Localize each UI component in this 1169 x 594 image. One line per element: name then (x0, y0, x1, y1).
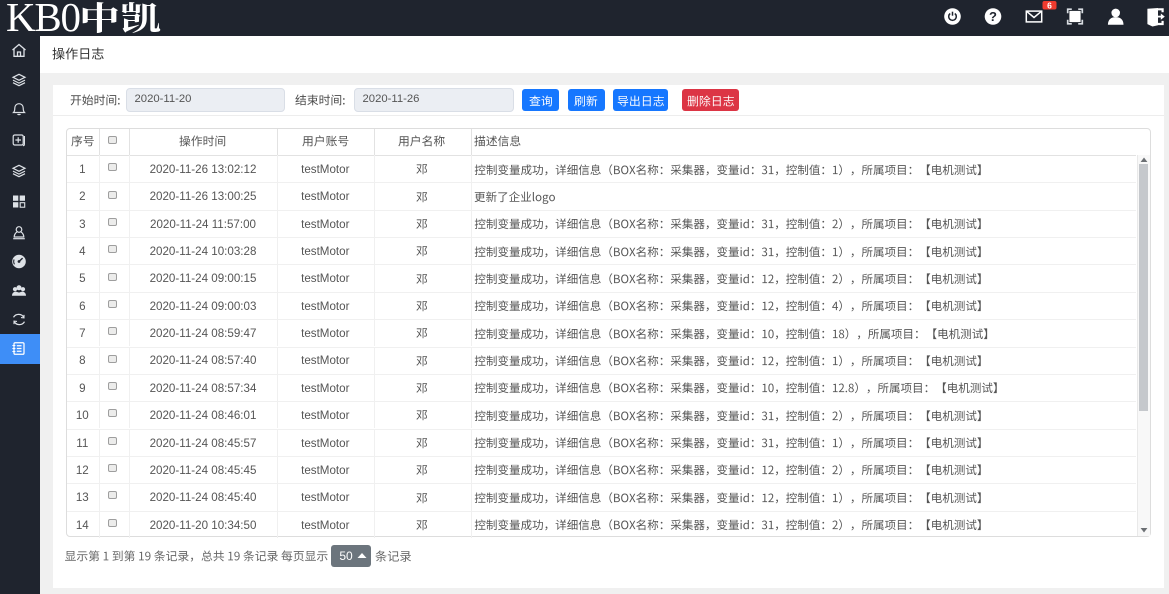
svg-text:6: 6 (1047, 0, 1052, 10)
svg-text:?: ? (989, 9, 997, 24)
